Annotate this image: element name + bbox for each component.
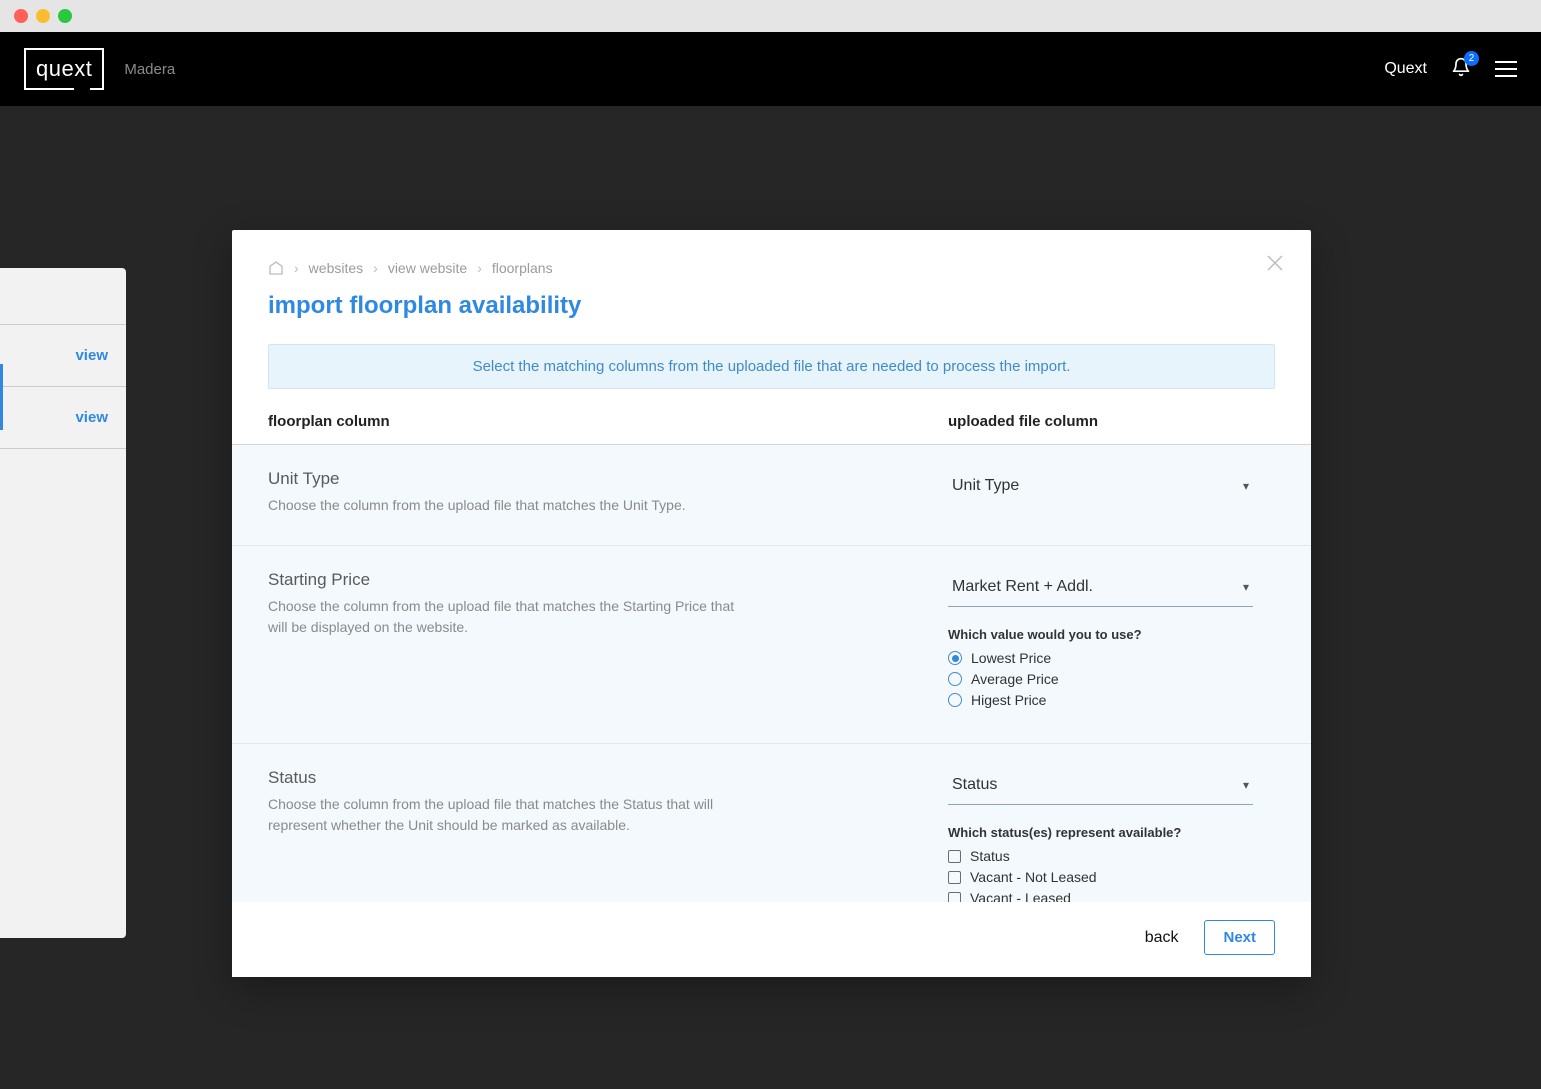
field-description: Choose the column from the upload file t… <box>268 794 748 835</box>
close-button[interactable] <box>1267 254 1283 277</box>
chevron-down-icon: ▾ <box>1243 479 1249 493</box>
column-select[interactable]: Market Rent + Addl. ▾ <box>948 570 1253 607</box>
sidebar-peek: view view <box>0 268 126 938</box>
notifications-button[interactable]: 2 <box>1451 57 1471 82</box>
checkbox-label: Status <box>970 848 1010 864</box>
chevron-down-icon: ▾ <box>1243 778 1249 792</box>
radio-icon <box>948 672 962 686</box>
chevron-down-icon: ▾ <box>1243 580 1249 594</box>
menu-button[interactable] <box>1495 61 1517 77</box>
chevron-right-icon: › <box>373 260 378 276</box>
back-button[interactable]: back <box>1145 929 1179 947</box>
sidebar-link[interactable]: view <box>0 325 126 386</box>
field-title: Status <box>268 768 948 788</box>
checkbox-option[interactable]: Status <box>948 848 1275 864</box>
window-minimize-icon[interactable] <box>36 9 50 23</box>
radio-icon <box>948 651 962 665</box>
breadcrumb-item[interactable]: view website <box>388 260 467 276</box>
checkbox-icon <box>948 871 961 884</box>
breadcrumb: › websites › view website › floorplans <box>268 260 1275 276</box>
chevron-right-icon: › <box>477 260 482 276</box>
radio-option-highest[interactable]: Higest Price <box>948 692 1275 708</box>
notification-count-badge: 2 <box>1464 51 1479 66</box>
select-value: Unit Type <box>952 477 1019 495</box>
column-select[interactable]: Status ▾ <box>948 768 1253 805</box>
radio-option-average[interactable]: Average Price <box>948 671 1275 687</box>
radio-icon <box>948 693 962 707</box>
context-label: Madera <box>124 61 175 78</box>
close-icon <box>1267 255 1283 271</box>
hamburger-icon <box>1495 61 1517 63</box>
app-logo[interactable]: quext <box>24 48 104 90</box>
mapping-row-starting-price: Starting Price Choose the column from th… <box>232 546 1311 744</box>
window-zoom-icon[interactable] <box>58 9 72 23</box>
checkbox-option[interactable]: Vacant - Not Leased <box>948 869 1275 885</box>
radio-label: Higest Price <box>971 692 1046 708</box>
info-banner: Select the matching columns from the upl… <box>268 344 1275 389</box>
column-select[interactable]: Unit Type ▾ <box>948 469 1253 506</box>
home-icon[interactable] <box>268 260 284 276</box>
field-title: Starting Price <box>268 570 948 590</box>
select-value: Status <box>952 776 997 794</box>
window-close-icon[interactable] <box>14 9 28 23</box>
checkbox-icon <box>948 850 961 863</box>
chevron-right-icon: › <box>294 260 299 276</box>
header-user-label[interactable]: Quext <box>1384 60 1427 78</box>
radio-label: Average Price <box>971 671 1059 687</box>
field-description: Choose the column from the upload file t… <box>268 495 748 515</box>
checkbox-question: Which status(es) represent available? <box>948 825 1275 840</box>
app-stage: view view › websites › view website › fl… <box>0 106 1541 1089</box>
next-button[interactable]: Next <box>1204 920 1275 955</box>
modal-title: import floorplan availability <box>268 292 1275 320</box>
radio-question: Which value would you to use? <box>948 627 1275 642</box>
radio-option-lowest[interactable]: Lowest Price <box>948 650 1275 666</box>
select-value: Market Rent + Addl. <box>952 578 1093 596</box>
col-header-left: floorplan column <box>268 413 948 430</box>
import-modal: › websites › view website › floorplans i… <box>232 230 1311 977</box>
field-description: Choose the column from the upload file t… <box>268 596 748 637</box>
field-title: Unit Type <box>268 469 948 489</box>
mapping-row-unit-type: Unit Type Choose the column from the upl… <box>232 445 1311 546</box>
checkbox-label: Vacant - Not Leased <box>970 869 1097 885</box>
col-header-right: uploaded file column <box>948 413 1275 430</box>
window-titlebar <box>0 0 1541 32</box>
column-headers: floorplan column uploaded file column <box>232 389 1311 445</box>
breadcrumb-item[interactable]: websites <box>309 260 363 276</box>
modal-footer: back Next <box>232 902 1311 977</box>
radio-label: Lowest Price <box>971 650 1051 666</box>
app-header: quext Madera Quext 2 <box>0 32 1541 106</box>
breadcrumb-item[interactable]: floorplans <box>492 260 553 276</box>
sidebar-link[interactable]: view <box>0 387 126 448</box>
